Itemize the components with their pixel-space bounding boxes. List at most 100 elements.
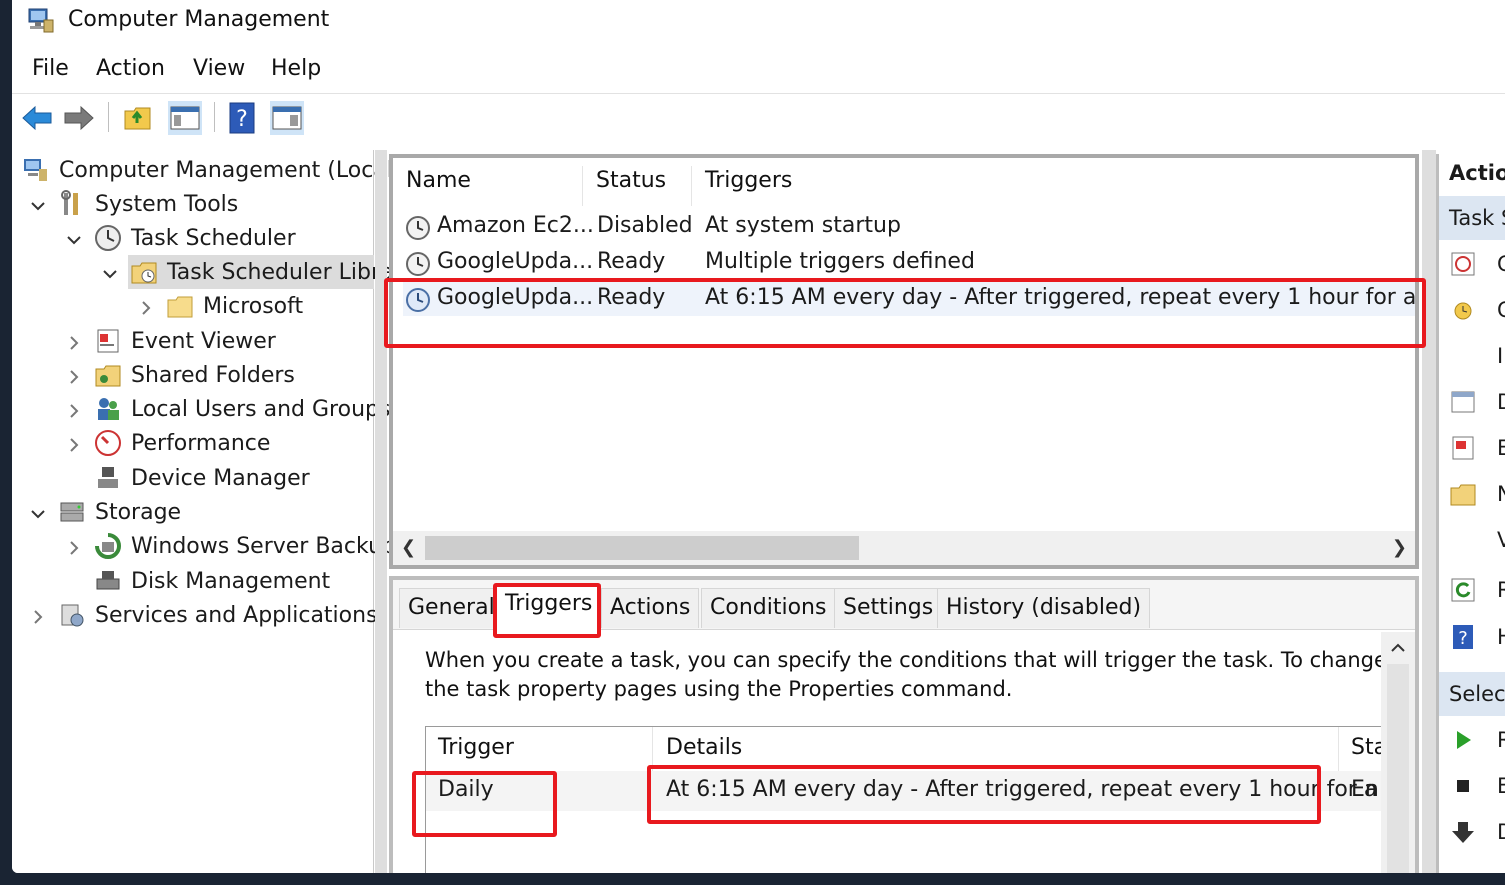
actions-section-task-scheduler[interactable]: Task S: [1439, 196, 1505, 240]
action-item[interactable]: C: [1449, 246, 1505, 282]
tree-item-device-manager[interactable]: Device Manager: [94, 461, 310, 495]
column-separator[interactable]: [582, 166, 583, 206]
horizontal-scrollbar[interactable]: ❮ ❯: [393, 531, 1415, 565]
column-header-status[interactable]: Sta: [1351, 735, 1384, 760]
column-separator[interactable]: [691, 166, 692, 206]
pane-splitter[interactable]: [1422, 150, 1436, 873]
refresh-icon: [1451, 578, 1475, 602]
action-item[interactable]: D: [1449, 384, 1505, 420]
tree-item-windows-server-backup[interactable]: Windows Server Backup: [94, 529, 396, 563]
menu-file[interactable]: File: [32, 56, 69, 81]
action-item[interactable]: V: [1449, 522, 1505, 558]
column-separator[interactable]: [1338, 727, 1339, 771]
pane-splitter[interactable]: [375, 150, 387, 873]
column-header-name[interactable]: Name: [406, 168, 471, 193]
console-tree: Computer Management (Local System Tools …: [12, 150, 396, 873]
forward-icon[interactable]: [62, 101, 96, 135]
svg-text:?: ?: [236, 107, 248, 132]
folder-icon: [167, 296, 193, 318]
column-header-status[interactable]: Status: [596, 168, 666, 193]
tree-item-services-and-applications[interactable]: Services and Applications: [58, 598, 378, 632]
action-item[interactable]: ? H: [1449, 619, 1505, 655]
tab-history[interactable]: History (disabled): [937, 588, 1151, 628]
action-item[interactable]: E: [1449, 430, 1505, 466]
tree-label: Performance: [131, 430, 271, 456]
chevron-right-icon[interactable]: [64, 435, 84, 455]
tree-item-shared-folders[interactable]: Shared Folders: [94, 358, 295, 392]
tree-item-performance[interactable]: Performance: [94, 426, 270, 460]
action-item[interactable]: R: [1449, 572, 1505, 608]
task-clock-icon: [406, 288, 430, 312]
chevron-down-icon[interactable]: [28, 196, 48, 216]
chevron-right-icon[interactable]: [28, 607, 48, 627]
display-tasks-icon: [1451, 391, 1475, 413]
tree-item-event-viewer[interactable]: Event Viewer: [94, 324, 276, 358]
tree-label: Task Scheduler: [131, 225, 296, 251]
scroll-up-icon[interactable]: [1388, 638, 1408, 658]
tree-item-system-tools[interactable]: System Tools: [58, 187, 238, 221]
tree-item-computer-management[interactable]: Computer Management (Local: [22, 153, 393, 187]
up-folder-icon[interactable]: [122, 101, 156, 135]
chevron-right-icon[interactable]: [64, 401, 84, 421]
backup-icon: [95, 533, 121, 559]
tree-label: Event Viewer: [131, 328, 276, 354]
actions-section-selected-item[interactable]: Selec: [1439, 672, 1505, 716]
tab-general[interactable]: General: [399, 588, 504, 628]
show-hide-console-tree-icon[interactable]: [168, 101, 202, 135]
task-status: Ready: [597, 285, 666, 310]
toolbar-separator: [108, 102, 109, 132]
table-row[interactable]: GoogleUpda... Ready Multiple triggers de…: [403, 246, 1415, 280]
task-name: GoogleUpda...: [437, 285, 594, 310]
action-label: R: [1497, 578, 1505, 602]
menu-help[interactable]: Help: [271, 56, 321, 81]
chevron-down-icon[interactable]: [28, 504, 48, 524]
menu-bar: File Action View Help: [12, 50, 1505, 90]
show-hide-action-pane-icon[interactable]: [270, 101, 304, 135]
action-item[interactable]: N: [1449, 476, 1505, 512]
menu-action[interactable]: Action: [96, 56, 165, 81]
chevron-right-icon[interactable]: [64, 333, 84, 353]
chevron-down-icon[interactable]: [64, 230, 84, 250]
menu-view[interactable]: View: [193, 56, 245, 81]
vertical-scrollbar[interactable]: [1381, 632, 1415, 873]
tree-item-disk-management[interactable]: Disk Management: [94, 564, 330, 598]
scrollbar-thumb[interactable]: [1387, 664, 1409, 873]
tools-icon: [61, 190, 78, 215]
scroll-left-icon[interactable]: ❮: [401, 537, 416, 558]
scrollbar-thumb[interactable]: [425, 536, 859, 560]
action-item[interactable]: Ir: [1449, 338, 1505, 374]
chevron-right-icon[interactable]: [136, 298, 156, 318]
window-title: Computer Management: [68, 7, 330, 32]
column-separator[interactable]: [652, 727, 653, 771]
tab-settings[interactable]: Settings: [834, 588, 943, 628]
action-label: C: [1497, 298, 1505, 322]
scroll-right-icon[interactable]: ❯: [1392, 537, 1407, 558]
chevron-right-icon[interactable]: [64, 367, 84, 387]
services-icon: [61, 604, 84, 627]
task-triggers: Multiple triggers defined: [705, 249, 975, 274]
action-item[interactable]: R: [1449, 722, 1505, 758]
trigger-row[interactable]: Daily At 6:15 AM every day - After trigg…: [426, 771, 1384, 811]
column-header-details[interactable]: Details: [666, 735, 742, 760]
tab-actions[interactable]: Actions: [601, 588, 700, 628]
tree-label: Services and Applications: [95, 602, 378, 628]
table-row-selected[interactable]: GoogleUpda... Ready At 6:15 AM every day…: [403, 282, 1415, 316]
tab-triggers[interactable]: Triggers: [496, 584, 602, 631]
tree-item-task-scheduler-library[interactable]: Task Scheduler Libra: [128, 255, 393, 289]
tree-item-task-scheduler[interactable]: Task Scheduler: [94, 221, 296, 255]
chevron-right-icon[interactable]: [64, 538, 84, 558]
table-row[interactable]: Amazon Ec2... Disabled At system startup: [403, 210, 1415, 244]
svg-text:?: ?: [1458, 628, 1468, 649]
tab-conditions[interactable]: Conditions: [701, 588, 836, 628]
action-item[interactable]: D: [1449, 814, 1505, 850]
back-icon[interactable]: [20, 101, 54, 135]
action-item[interactable]: C: [1449, 292, 1505, 328]
column-header-triggers[interactable]: Triggers: [705, 168, 792, 193]
tree-item-microsoft[interactable]: Microsoft: [166, 289, 303, 323]
help-icon[interactable]: ?: [226, 101, 260, 135]
tree-item-local-users-and-groups[interactable]: Local Users and Groups: [94, 392, 390, 426]
tree-item-storage[interactable]: Storage: [58, 495, 181, 529]
action-item[interactable]: E: [1449, 768, 1505, 804]
column-header-trigger[interactable]: Trigger: [438, 735, 514, 760]
chevron-down-icon[interactable]: [100, 264, 120, 284]
